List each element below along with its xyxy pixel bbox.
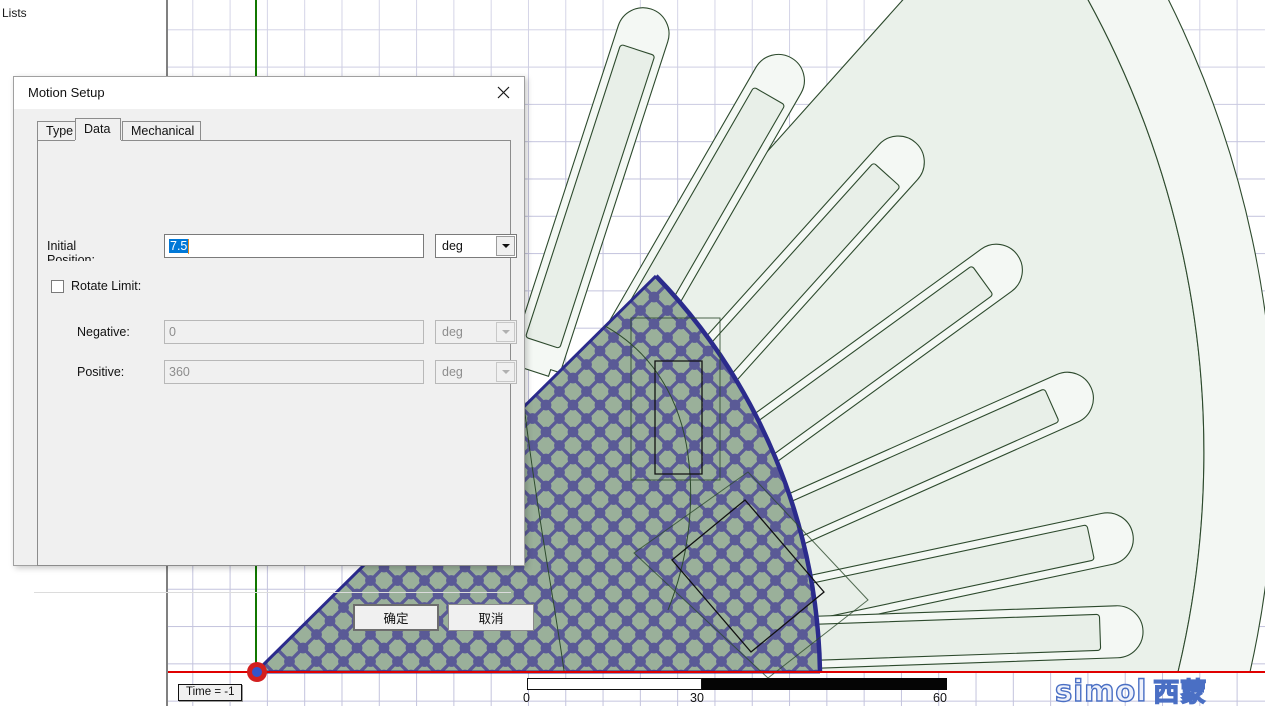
time-readout: Time = -1 [178, 684, 243, 701]
logo-cjk-text: 西蒙 [1153, 677, 1208, 706]
tab-data[interactable]: Data [75, 118, 121, 141]
motion-setup-dialog[interactable]: Motion Setup Type Data Mechanical Initia… [13, 76, 534, 631]
scale-bar-segment-dark [702, 678, 947, 690]
scale-bar: 0 30 60 (mm) [523, 678, 962, 706]
initial-position-unit-select[interactable]: deg [435, 234, 517, 258]
text-caret [188, 238, 190, 254]
initial-position-unit-value: deg [442, 239, 463, 253]
rotate-limit-row[interactable]: Rotate Limit: [51, 279, 141, 293]
negative-limit-input[interactable] [164, 320, 424, 344]
origin-marker-center [252, 667, 262, 677]
scale-bar-label-max: 60 (mm) [933, 691, 962, 706]
positive-limit-input[interactable] [164, 360, 424, 384]
active-tab-seam [75, 140, 121, 142]
initial-position-input[interactable]: 7.5 [164, 234, 424, 258]
chevron-down-icon[interactable] [496, 362, 515, 382]
dialog-title: Motion Setup [28, 85, 105, 100]
ok-button[interactable]: 确定 [353, 604, 439, 631]
tab-mechanical[interactable]: Mechanical [122, 121, 201, 141]
positive-limit-unit-select[interactable]: deg [435, 360, 517, 384]
close-icon[interactable] [486, 79, 520, 105]
negative-limit-unit-value: deg [442, 325, 463, 339]
scale-bar-label-mid: 30 [690, 691, 704, 705]
positive-limit-label: Positive: [77, 365, 125, 379]
lists-label: Lists [2, 6, 27, 20]
negative-limit-unit-select[interactable]: deg [435, 320, 517, 344]
close-icon-glyph [497, 86, 509, 98]
tab-type[interactable]: Type [37, 121, 76, 141]
dialog-titlebar[interactable]: Motion Setup [14, 77, 524, 109]
company-logo: simol 西蒙 [1054, 672, 1208, 706]
rotate-limit-checkbox[interactable] [51, 279, 64, 293]
chevron-down-icon[interactable] [496, 322, 515, 342]
initial-position-selected-text: 7.5 [169, 239, 189, 253]
dialog-tab-panel [37, 140, 511, 566]
dialog-separator [34, 592, 511, 593]
initial-position-label: Initial Position: [47, 239, 95, 261]
positive-limit-unit-value: deg [442, 365, 463, 379]
cancel-button[interactable]: 取消 [448, 604, 534, 631]
rotate-limit-label: Rotate Limit: [71, 279, 142, 293]
scale-bar-label-min: 0 [523, 691, 530, 705]
negative-limit-label: Negative: [77, 325, 130, 339]
chevron-down-icon[interactable] [496, 236, 515, 256]
logo-latin-text: simol [1054, 673, 1148, 706]
scale-bar-segment-light [527, 678, 702, 690]
